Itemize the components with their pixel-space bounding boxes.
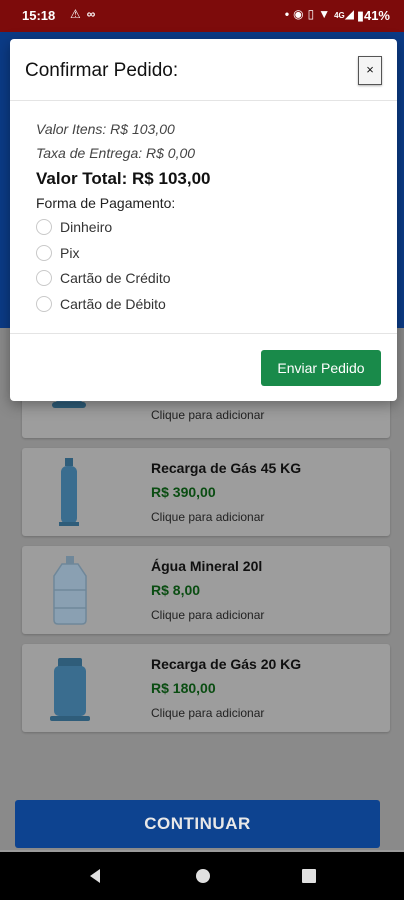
modal-title: Confirmar Pedido:: [25, 60, 179, 81]
battery-level: 41%: [363, 8, 390, 23]
payment-option-label: Dinheiro: [60, 219, 113, 235]
tall-gas-cylinder-icon: [59, 458, 79, 526]
delivery-fee: Taxa de Entrega: R$ 0,00: [36, 145, 196, 161]
radio-button[interactable]: [36, 270, 52, 286]
back-icon[interactable]: [86, 866, 106, 886]
payment-option-label: Pix: [60, 245, 80, 261]
battery-indicator: ▮41%: [357, 8, 390, 24]
home-icon[interactable]: [193, 866, 213, 886]
water-jug-icon: [53, 556, 87, 625]
product-hint: Clique para adicionar: [151, 706, 265, 720]
radio-button[interactable]: [36, 219, 52, 235]
product-name: Água Mineral 20l: [151, 558, 263, 574]
recents-icon[interactable]: [299, 866, 319, 886]
gas-cylinder-icon: [50, 658, 90, 721]
product-price: R$ 8,00: [151, 582, 201, 598]
radio-button[interactable]: [36, 296, 52, 312]
items-value: Valor Itens: R$ 103,00: [36, 121, 175, 137]
close-button[interactable]: ×: [358, 56, 382, 85]
product-name: Recarga de Gás 20 KG: [151, 656, 302, 672]
modal-footer-divider: [10, 333, 397, 334]
modal-header-divider: [10, 100, 397, 101]
product-hint: Clique para adicionar: [151, 608, 265, 622]
location-icon: ◉: [293, 7, 308, 21]
product-hint: Clique para adicionar: [151, 510, 265, 524]
product-list: Clique para adicionar Recarga de Gás 45 …: [0, 328, 404, 850]
status-left-icons: ⚠∞: [70, 7, 101, 21]
network-label: 4G: [334, 11, 345, 20]
product-name: Recarga de Gás 45 KG: [151, 460, 302, 476]
product-price: R$ 390,00: [151, 484, 216, 500]
send-order-button[interactable]: Enviar Pedido: [261, 350, 381, 386]
payment-option-label: Cartão de Crédito: [60, 270, 171, 286]
navigation-bar: [0, 852, 404, 900]
volte-icon: ▯: [307, 7, 319, 21]
battery-icon: ▮: [356, 8, 364, 23]
product-price: R$ 180,00: [151, 680, 216, 696]
dot-icon: •: [284, 7, 294, 21]
status-bar: 15:18 ⚠∞ •◉▯▼4G◢ ▮41%: [0, 0, 404, 32]
warning-icon: ⚠: [70, 7, 87, 21]
continue-button[interactable]: CONTINUAR: [15, 800, 380, 848]
total-value: Valor Total: R$ 103,00: [36, 169, 211, 188]
link-icon: ∞: [86, 7, 102, 21]
payment-method-label: Forma de Pagamento:: [36, 195, 176, 211]
product-card[interactable]: Recarga de Gás 45 KG R$ 390,00 Clique pa…: [22, 448, 390, 536]
payment-option-label: Cartão de Débito: [60, 296, 166, 312]
confirm-order-modal: Confirmar Pedido: × Valor Itens: R$ 103,…: [10, 39, 397, 401]
product-card[interactable]: Recarga de Gás 20 KG R$ 180,00 Clique pa…: [22, 644, 390, 732]
wifi-icon: ▼: [318, 7, 335, 21]
product-hint: Clique para adicionar: [151, 408, 265, 422]
radio-button[interactable]: [36, 245, 52, 261]
product-card[interactable]: Água Mineral 20l R$ 8,00 Clique para adi…: [22, 546, 390, 634]
status-right-icons: •◉▯▼4G◢: [285, 7, 358, 21]
status-time: 15:18: [22, 8, 56, 23]
